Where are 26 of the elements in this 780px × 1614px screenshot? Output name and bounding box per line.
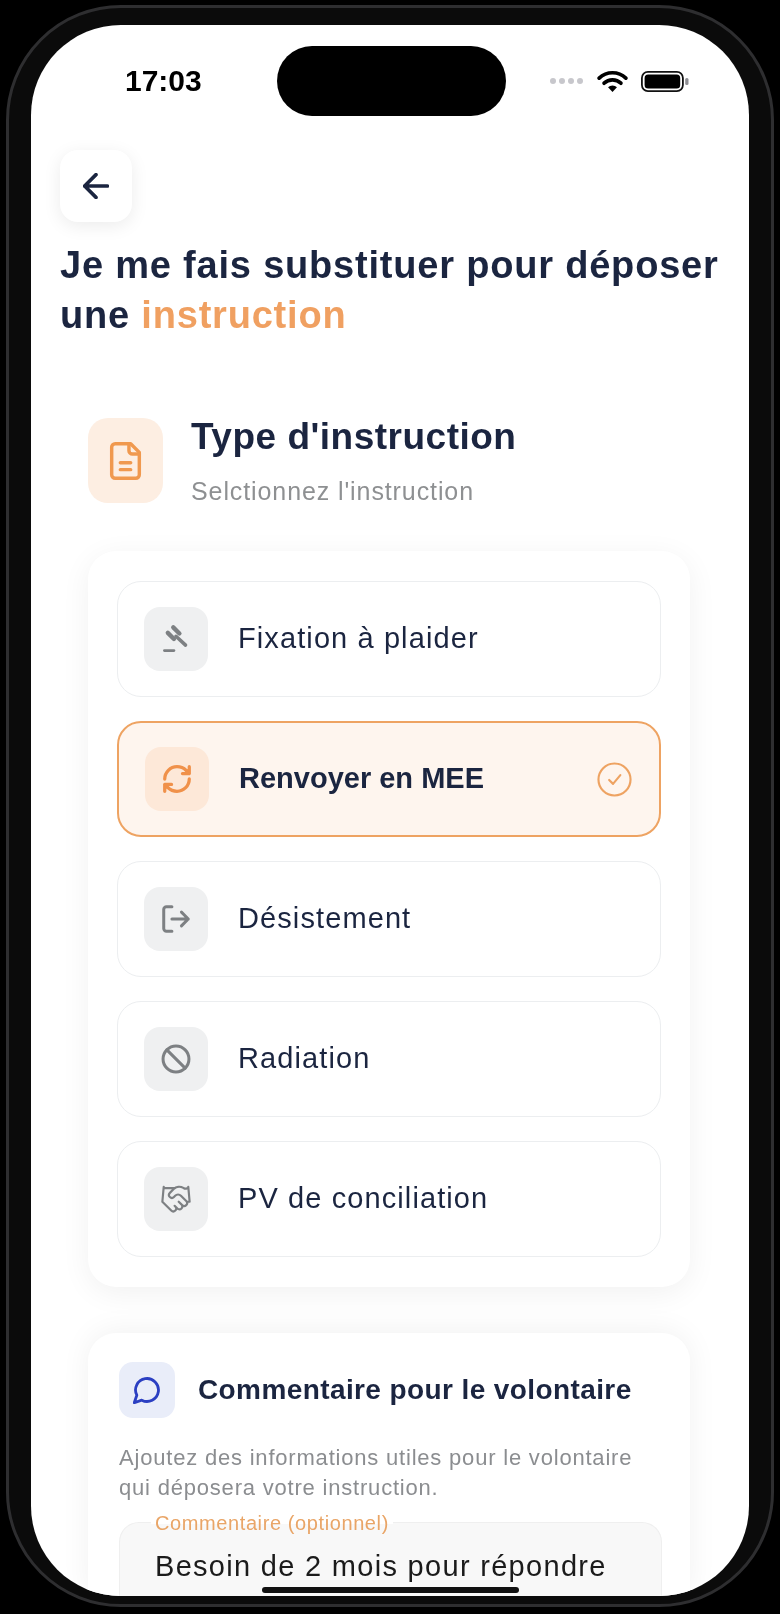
gavel-icon bbox=[144, 607, 208, 671]
instruction-option[interactable]: PV de conciliation bbox=[117, 1141, 661, 1257]
document-icon bbox=[88, 418, 163, 503]
section-subtitle: Selctionnez l'instruction bbox=[191, 476, 475, 506]
exit-icon bbox=[144, 887, 208, 951]
battery-icon bbox=[641, 70, 689, 92]
instruction-option[interactable]: Radiation bbox=[117, 1001, 661, 1117]
page-title: Je me fais substituer pour déposer une instruction bbox=[60, 243, 720, 338]
back-arrow-icon bbox=[83, 173, 109, 199]
comment-field[interactable]: Commentaire (optionnel) Besoin de 2 mois pour répondre bbox=[119, 1513, 662, 1596]
chat-bubble-icon bbox=[119, 1362, 175, 1418]
section-title: Commentaire pour le volontaire bbox=[198, 1373, 632, 1407]
check-circle-icon bbox=[597, 761, 632, 797]
handshake-icon bbox=[144, 1167, 208, 1231]
section-description: Ajoutez des informations utiles pour le volontaire qui déposera votre instruction. bbox=[119, 1444, 634, 1502]
signal-icon bbox=[549, 77, 584, 85]
wifi-icon bbox=[597, 69, 628, 93]
status-time: 17:03 bbox=[125, 64, 202, 98]
instruction-option[interactable]: Renvoyer en MEE bbox=[117, 721, 661, 837]
back-button[interactable] bbox=[60, 150, 132, 222]
instruction-option[interactable]: Fixation à plaider bbox=[117, 581, 661, 697]
ban-icon bbox=[144, 1027, 208, 1091]
field-label: Commentaire (optionnel) bbox=[151, 1513, 393, 1534]
section-title: Type d'instruction bbox=[191, 415, 517, 459]
refresh-icon bbox=[145, 747, 209, 811]
instruction-option[interactable]: Désistement bbox=[117, 861, 661, 977]
